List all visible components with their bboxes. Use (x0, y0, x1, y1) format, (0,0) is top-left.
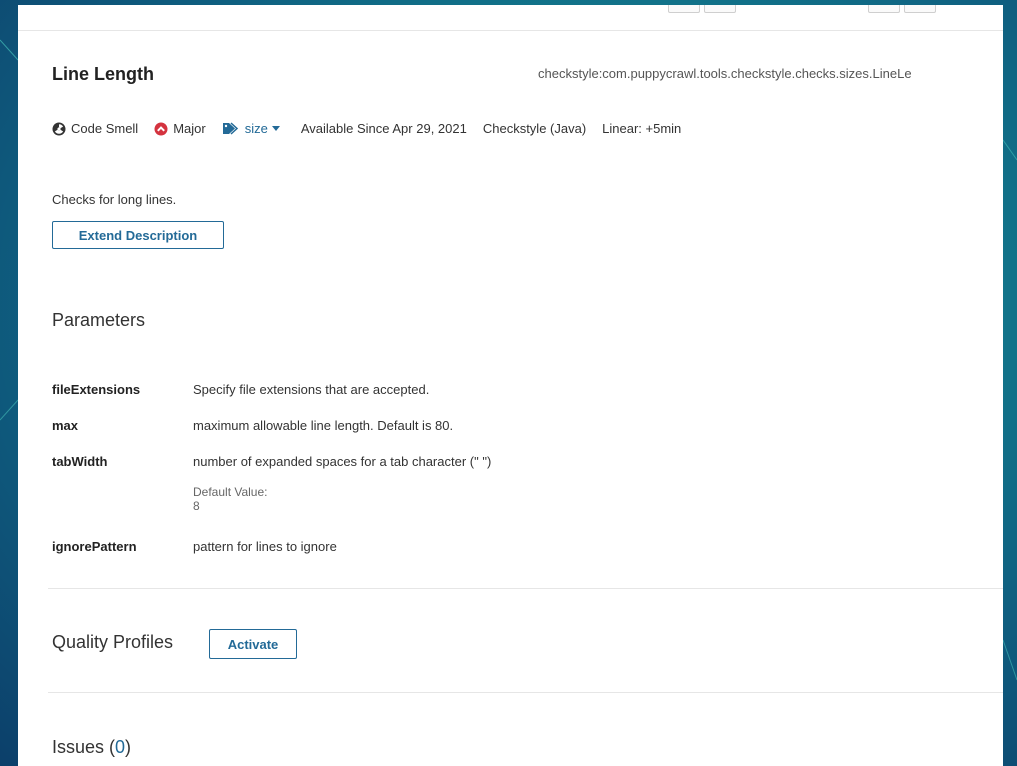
remediation: Linear: +5min (602, 121, 682, 136)
quality-profiles-heading: Quality Profiles (52, 632, 174, 652)
chevron-down-icon (271, 126, 280, 131)
parameter-description: Specify file extensions that are accepte… (193, 382, 430, 397)
tag-label: size (244, 121, 268, 136)
issues-heading: Issues (0) (52, 737, 131, 758)
rule-key: checkstyle:com.puppycrawl.tools.checksty… (538, 66, 912, 81)
extend-description-button[interactable]: Extend Description (52, 221, 224, 249)
parameter-name: ignorePattern (52, 539, 137, 554)
tag-icon (222, 122, 238, 135)
nav-button[interactable] (668, 5, 700, 13)
tags-dropdown[interactable]: size (222, 121, 285, 136)
rule-meta-row: Code Smell Major size Available Since Ap… (52, 121, 697, 136)
nav-button[interactable] (868, 5, 900, 13)
repository: Checkstyle (Java) (482, 121, 587, 136)
severity: Major (154, 121, 206, 136)
rule-type-label: Code Smell (71, 121, 139, 136)
parameter-description: pattern for lines to ignore (193, 539, 337, 554)
rule-description: Checks for long lines. (52, 192, 177, 207)
issues-count-link[interactable]: 0 (115, 737, 125, 757)
rule-title: Line Length (52, 64, 154, 84)
rule-details-panel: Line Length checkstyle:com.puppycrawl.to… (18, 5, 1003, 766)
default-value-label: Default Value: (193, 485, 268, 499)
activate-button[interactable]: Activate (209, 629, 297, 659)
code-smell-icon (52, 122, 66, 135)
issues-label-close: ) (125, 737, 132, 757)
parameters-heading: Parameters (52, 310, 146, 330)
nav-button[interactable] (904, 5, 936, 13)
divider (48, 692, 1003, 693)
parameter-description: number of expanded spaces for a tab char… (193, 454, 492, 469)
top-toolbar-strip (18, 5, 1003, 31)
parameter-name: fileExtensions (52, 382, 141, 397)
parameter-name: max (52, 418, 79, 433)
severity-major-icon (154, 122, 168, 135)
issues-label: Issues ( (52, 737, 116, 757)
parameter-name: tabWidth (52, 454, 108, 469)
available-since: Available Since Apr 29, 2021 (300, 121, 467, 136)
parameter-description: maximum allowable line length. Default i… (193, 418, 454, 433)
nav-button[interactable] (704, 5, 736, 13)
default-value: 8 (193, 499, 200, 513)
severity-label: Major (173, 121, 206, 136)
rule-type: Code Smell (52, 121, 138, 136)
divider (48, 588, 1003, 589)
